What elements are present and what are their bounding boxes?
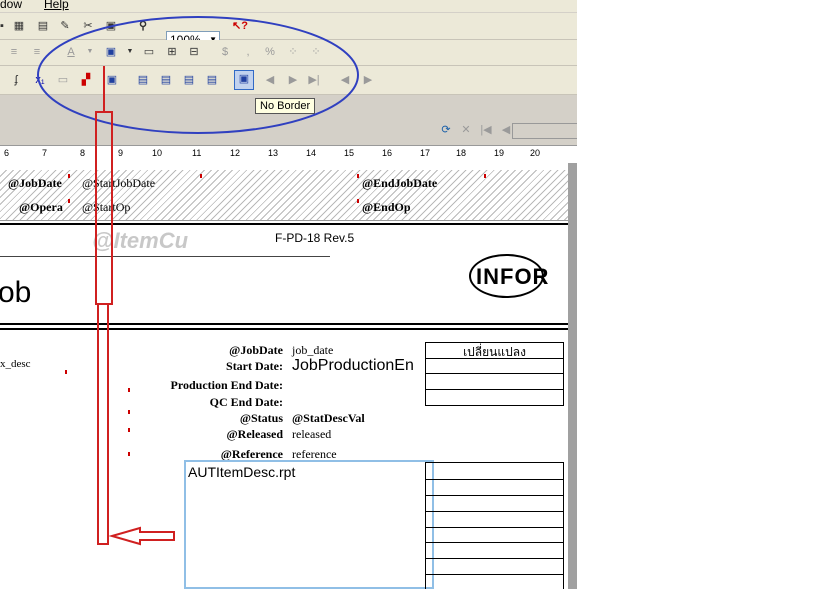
- red-arrow-annotation: [95, 66, 175, 546]
- highlight-ellipse: [37, 16, 359, 134]
- annotation-overlay: [37, 16, 359, 546]
